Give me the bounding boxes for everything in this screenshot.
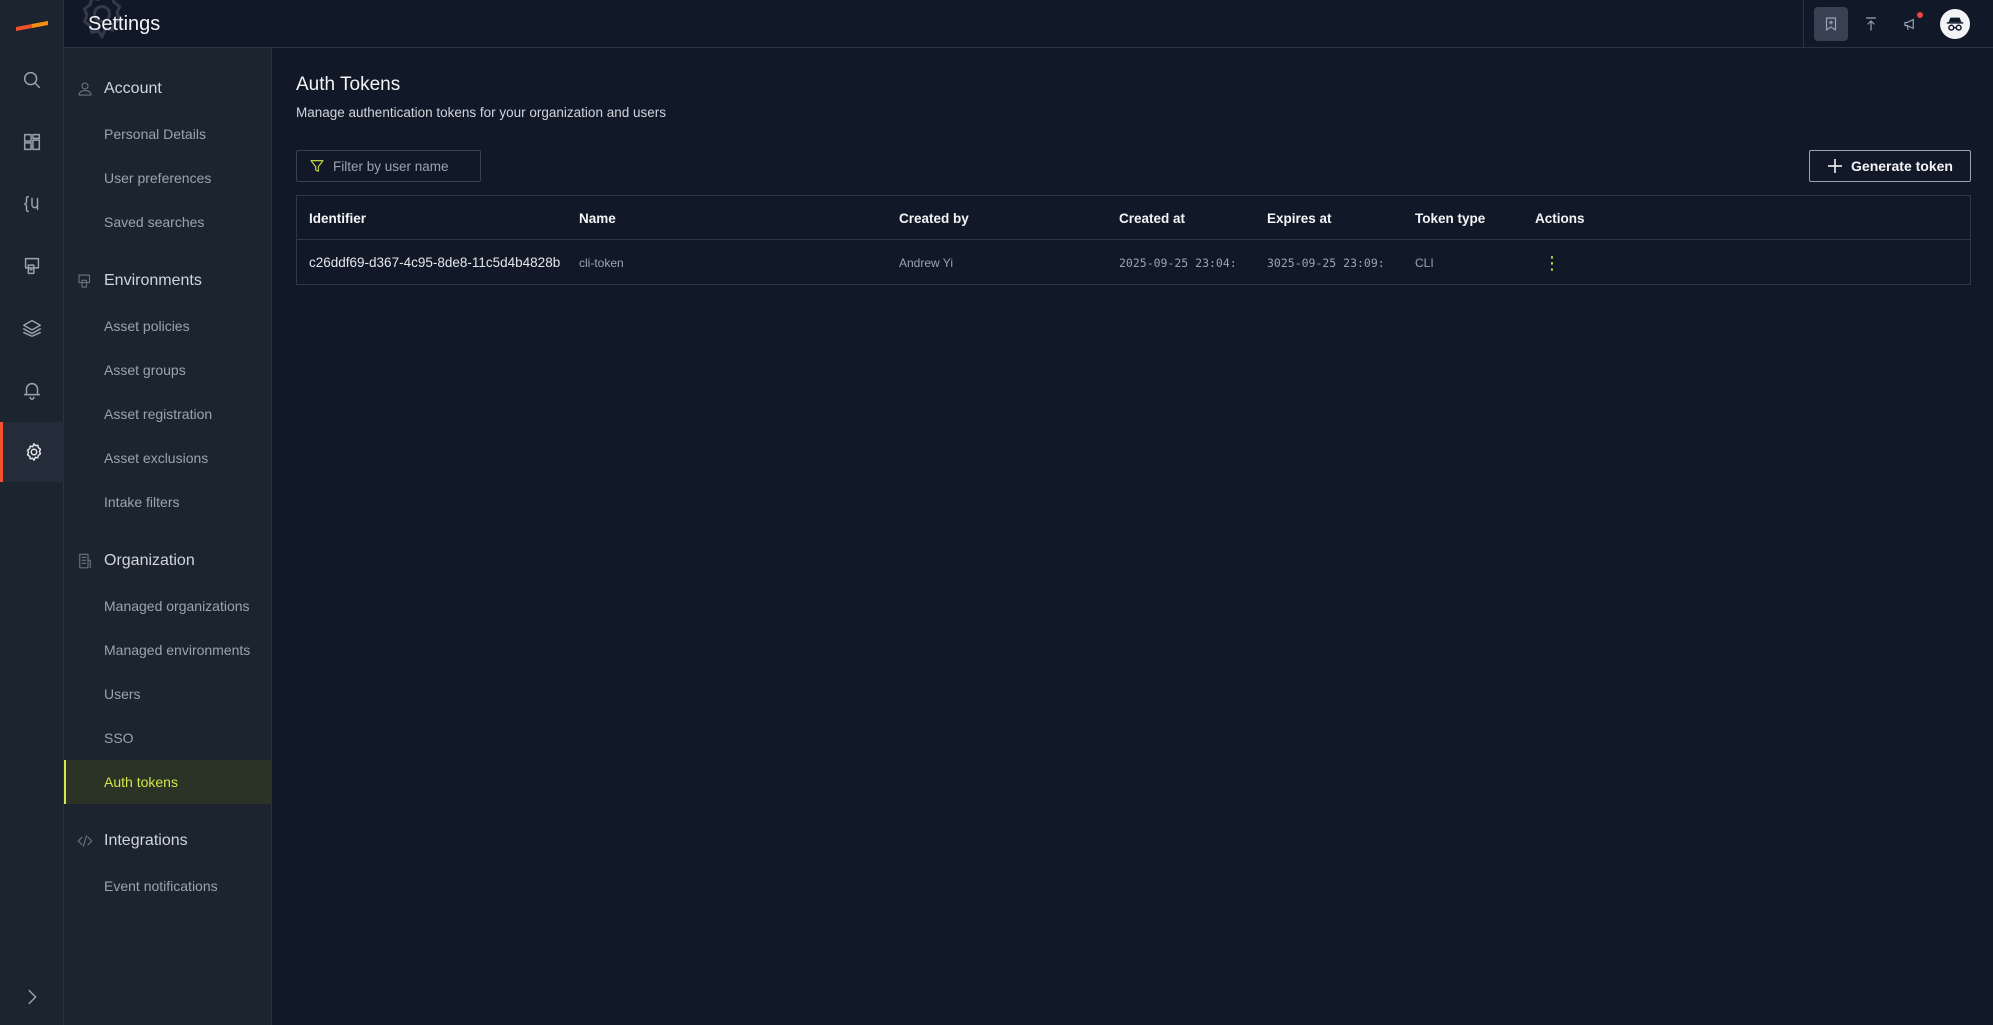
nav-section-label: Environments: [104, 272, 202, 289]
nav-item-asset-policies[interactable]: Asset policies: [64, 304, 272, 348]
rail-expand-button[interactable]: [0, 967, 64, 1025]
chevron-right-icon: [28, 989, 37, 1005]
bookmarks-button[interactable]: [1814, 7, 1848, 41]
cell-identifier: c26ddf69-d367-4c95-8de8-11c5d4b4828b: [309, 255, 561, 270]
rail-notifications-button[interactable]: [0, 360, 64, 420]
cell-created-by: Andrew Yi: [899, 255, 954, 270]
layers-icon: [23, 319, 41, 337]
nav-item-managed-environments[interactable]: Managed environments: [64, 628, 272, 672]
settings-icon: [26, 443, 41, 461]
column-header-actions: Actions: [1535, 210, 1585, 226]
incognito-avatar-icon: [1946, 17, 1964, 31]
arrow-up-to-line-icon: [1865, 17, 1877, 31]
main-content: Auth Tokens Manage authentication tokens…: [272, 48, 1993, 1025]
rail-settings-button[interactable]: [0, 422, 64, 482]
nav-item-asset-groups[interactable]: Asset groups: [64, 348, 272, 392]
app-rail: [0, 0, 64, 1025]
nav-item-auth-tokens[interactable]: Auth tokens: [64, 760, 272, 804]
rail-search-button[interactable]: [0, 50, 64, 110]
topbar-actions: [1803, 0, 1993, 48]
cell-actions: ⋮: [1543, 240, 1561, 285]
dashboard-icon: [23, 133, 41, 151]
user-icon: [78, 82, 92, 96]
table-header: Identifier Name Created by Created at Ex…: [297, 196, 1970, 240]
rail-layers-button[interactable]: [0, 298, 64, 358]
nav-section-environments: Environments: [64, 266, 272, 296]
nav-item-event-notifications[interactable]: Event notifications: [64, 864, 272, 908]
user-avatar[interactable]: [1940, 9, 1970, 39]
column-header-created-by[interactable]: Created by: [899, 196, 969, 240]
building-icon: [79, 553, 91, 569]
nav-section-label: Integrations: [104, 832, 188, 849]
cell-name: cli-token: [579, 255, 624, 270]
cell-expires-at: 3025-09-25 23:09:: [1267, 255, 1385, 270]
column-header-expires-at[interactable]: Expires at: [1267, 196, 1332, 240]
filter-icon: [310, 160, 324, 172]
page-subtitle: Manage authentication tokens for your or…: [296, 105, 666, 120]
rail-assets-button[interactable]: [0, 236, 64, 296]
settings-sidebar: Account Personal Details User preference…: [64, 48, 272, 1025]
cell-token-type: CLI: [1415, 255, 1434, 270]
nav-section-label: Organization: [104, 552, 195, 569]
nav-item-saved-searches[interactable]: Saved searches: [64, 200, 272, 244]
column-header-created-at[interactable]: Created at: [1119, 196, 1185, 240]
filter-input[interactable]: [333, 158, 473, 174]
cell-created-at: 2025-09-25 23:04:: [1119, 255, 1237, 270]
nav-section-label: Account: [104, 80, 162, 97]
code-icon: [77, 835, 93, 847]
column-header-identifier[interactable]: Identifier: [309, 196, 366, 240]
rail-dashboard-button[interactable]: [0, 112, 64, 172]
generate-token-label: Generate token: [1851, 158, 1953, 174]
nav-section-account: Account: [64, 74, 272, 104]
bookmark-add-icon: [1825, 17, 1837, 31]
top-bar: Settings: [64, 0, 1993, 48]
environments-icon: [78, 274, 91, 288]
megaphone-icon: [1904, 18, 1914, 30]
row-actions-menu-icon[interactable]: ⋮: [1543, 254, 1561, 272]
column-header-name[interactable]: Name: [579, 196, 616, 240]
nav-item-user-preferences[interactable]: User preferences: [64, 156, 272, 200]
user-filter[interactable]: [296, 150, 481, 182]
notification-dot: [1917, 12, 1923, 18]
query-icon: [23, 195, 39, 213]
assets-icon: [24, 257, 40, 275]
nav-section-integrations: Integrations: [64, 826, 272, 856]
auth-tokens-table: Identifier Name Created by Created at Ex…: [296, 195, 1971, 285]
search-icon: [23, 71, 41, 89]
nav-item-sso[interactable]: SSO: [64, 716, 272, 760]
brand-logo[interactable]: [14, 18, 50, 32]
generate-token-button[interactable]: Generate token: [1809, 150, 1971, 182]
nav-item-personal-details[interactable]: Personal Details: [64, 112, 272, 156]
nav-item-users[interactable]: Users: [64, 672, 272, 716]
announcements-button[interactable]: [1894, 7, 1928, 41]
plus-icon: [1828, 159, 1843, 173]
table-row[interactable]: c26ddf69-d367-4c95-8de8-11c5d4b4828b cli…: [297, 240, 1970, 285]
nav-section-organization: Organization: [64, 546, 272, 576]
nav-item-asset-registration[interactable]: Asset registration: [64, 392, 272, 436]
page-title: Auth Tokens: [296, 74, 401, 95]
page-header-title: Settings: [88, 13, 161, 35]
column-header-token-type[interactable]: Token type: [1415, 196, 1485, 240]
rail-query-button[interactable]: [0, 174, 64, 234]
bell-icon: [23, 382, 41, 400]
nav-item-managed-organizations[interactable]: Managed organizations: [64, 584, 272, 628]
nav-item-asset-exclusions[interactable]: Asset exclusions: [64, 436, 272, 480]
scroll-top-button[interactable]: [1854, 7, 1888, 41]
nav-item-intake-filters[interactable]: Intake filters: [64, 480, 272, 524]
